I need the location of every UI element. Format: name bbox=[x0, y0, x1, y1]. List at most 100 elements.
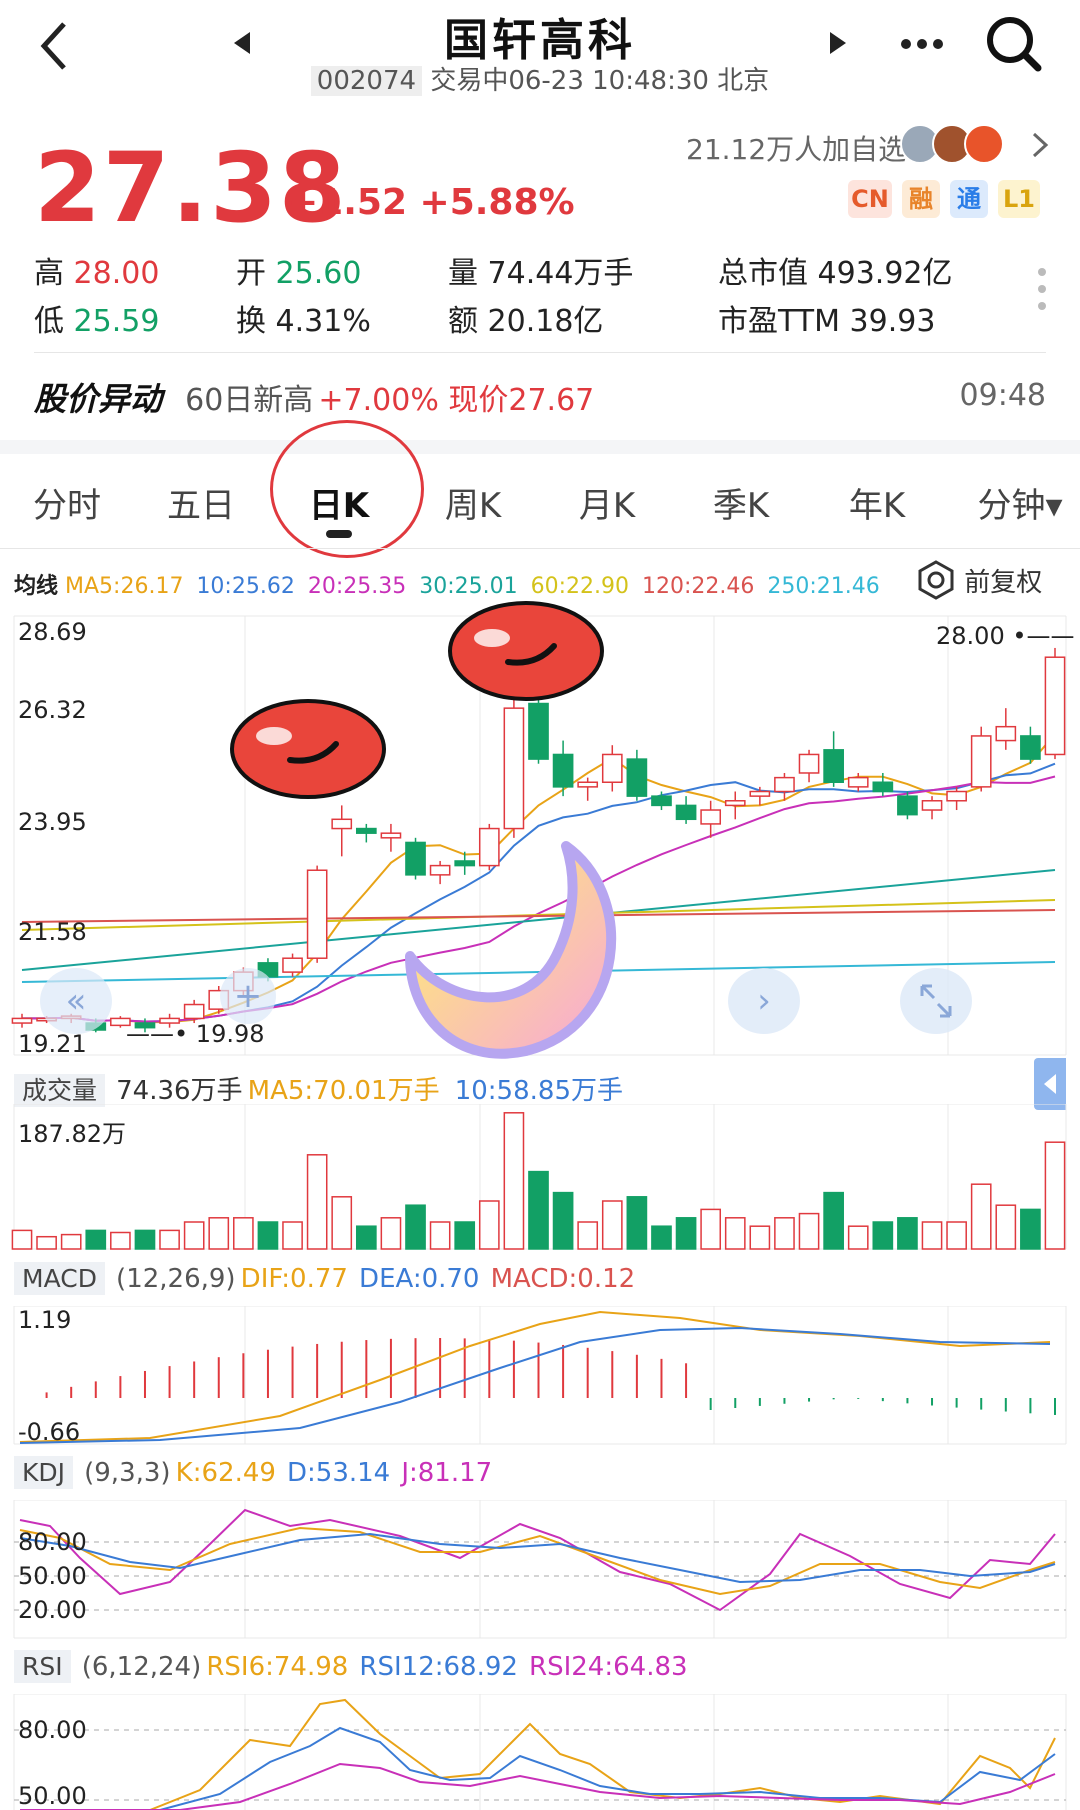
volume-bar bbox=[331, 1196, 353, 1250]
kdj-j-line bbox=[19, 1508, 1056, 1612]
rsi6-line bbox=[20, 1698, 1056, 1810]
tab-weekly-k[interactable]: 周K bbox=[418, 478, 528, 527]
turnover-value: 4.31% bbox=[275, 304, 371, 339]
stat-low: 低 25.59 bbox=[34, 304, 160, 339]
volume-bar bbox=[921, 1221, 943, 1250]
kline-high-mark: 28.00 •—— bbox=[936, 622, 1075, 650]
chart-zoom-in-button[interactable]: + bbox=[220, 968, 276, 1024]
alert-text: 60日新高 bbox=[185, 383, 314, 418]
chart-scroll-left-button[interactable]: « bbox=[40, 968, 112, 1034]
trade-status: 交易中06-23 10:48:30 北京 bbox=[430, 66, 770, 96]
macd-chart[interactable] bbox=[0, 1306, 1080, 1446]
volume-bar bbox=[159, 1229, 180, 1250]
candle-body bbox=[11, 1017, 33, 1024]
volume-bar bbox=[85, 1229, 107, 1250]
macd-label[interactable]: MACD bbox=[14, 1262, 105, 1295]
rsi-chart[interactable] bbox=[0, 1694, 1080, 1810]
tab-highlight-circle bbox=[270, 420, 424, 558]
volume-bar bbox=[528, 1170, 549, 1250]
search-icon[interactable] bbox=[984, 14, 1044, 74]
candle-body bbox=[1020, 735, 1041, 760]
rsi-ytick-80: 80.00 bbox=[18, 1716, 87, 1744]
change-percent: +5.88% bbox=[419, 182, 575, 223]
tab-intraday[interactable]: 分时 bbox=[12, 478, 122, 527]
tab-quarterly-k[interactable]: 季K bbox=[686, 478, 796, 527]
ma250: 250:21.46 bbox=[767, 574, 880, 599]
kdj-ytick-80: 80.00 bbox=[18, 1528, 87, 1556]
ma120: 120:22.46 bbox=[642, 574, 755, 599]
volume-bar bbox=[798, 1212, 820, 1250]
adjust-label: 前复权 bbox=[964, 568, 1043, 598]
macd-value: MACD:0.12 bbox=[490, 1264, 636, 1294]
rsi6: RSI6:74.98 bbox=[206, 1652, 349, 1682]
candle-body bbox=[995, 725, 1017, 742]
candle-body bbox=[847, 776, 869, 788]
collapse-panel-button[interactable] bbox=[1034, 1058, 1066, 1110]
volume-bar bbox=[36, 1235, 57, 1250]
candle-body bbox=[601, 753, 623, 783]
macd-dea: DEA:0.70 bbox=[359, 1264, 480, 1294]
kline-ytick-2: 26.32 bbox=[18, 696, 87, 724]
tab-five-day[interactable]: 五日 bbox=[146, 478, 256, 527]
candle-body bbox=[872, 781, 894, 793]
vertical-more-icon[interactable] bbox=[1036, 266, 1048, 312]
price-alert[interactable]: 股价异动 60日新高 +7.00% 现价27.67 09:48 bbox=[34, 374, 1046, 424]
volume-bar bbox=[208, 1217, 230, 1250]
alert-detail: +7.00% 现价27.67 bbox=[318, 383, 595, 418]
ma10: 10:25.62 bbox=[196, 574, 295, 599]
candle-body bbox=[355, 827, 377, 834]
watchers-count: 21.12万人加自选 bbox=[686, 133, 907, 166]
more-icon[interactable] bbox=[898, 36, 946, 52]
kdj-k: K:62.49 bbox=[175, 1458, 276, 1488]
volume-bar bbox=[454, 1221, 476, 1250]
chevron-right-icon[interactable] bbox=[1030, 130, 1050, 160]
candle-body bbox=[528, 702, 549, 760]
volume-bar bbox=[626, 1196, 648, 1250]
volume-chart[interactable] bbox=[0, 1104, 1080, 1250]
kline-ytick-4: 21.58 bbox=[18, 918, 87, 946]
volume-bar bbox=[724, 1217, 746, 1250]
kdj-chart[interactable] bbox=[0, 1500, 1080, 1640]
rsi-label[interactable]: RSI bbox=[14, 1650, 71, 1683]
kdj-header: KDJ (9,3,3) K:62.49 D:53.14 J:81.17 bbox=[14, 1456, 492, 1489]
candle-body bbox=[798, 753, 820, 774]
volume-bar bbox=[233, 1217, 254, 1250]
candle-body bbox=[626, 758, 648, 797]
kdj-params: (9,3,3) bbox=[84, 1458, 171, 1488]
macd-bars bbox=[45, 1338, 1056, 1415]
divider bbox=[34, 352, 1046, 353]
rsi12: RSI12:68.92 bbox=[359, 1652, 518, 1682]
sticker-moon bbox=[405, 841, 617, 1059]
alert-title: 股价异动 bbox=[34, 380, 163, 418]
candle-body bbox=[970, 735, 992, 788]
kline-ytick-1: 28.69 bbox=[18, 618, 87, 646]
candle-body bbox=[552, 753, 574, 788]
fullscreen-icon[interactable] bbox=[900, 968, 972, 1034]
settings-icon bbox=[916, 560, 956, 607]
adjust-button[interactable]: 前复权 bbox=[916, 560, 1042, 607]
stock-code: 002074 bbox=[310, 66, 423, 96]
tab-monthly-k[interactable]: 月K bbox=[552, 478, 662, 527]
kdj-label[interactable]: KDJ bbox=[14, 1456, 74, 1489]
volume-bar bbox=[774, 1217, 795, 1250]
macd-dif-line bbox=[19, 1310, 1051, 1443]
change-amount: +1.52 bbox=[288, 182, 407, 223]
volume-bar bbox=[577, 1221, 599, 1250]
tab-yearly-k[interactable]: 年K bbox=[822, 478, 932, 527]
rsi-params: (6,12,24) bbox=[81, 1652, 202, 1682]
macd-dea-line bbox=[19, 1326, 1051, 1444]
candle-body bbox=[331, 818, 353, 830]
watcher-avatars[interactable] bbox=[900, 122, 1016, 166]
volume-label[interactable]: 成交量 bbox=[14, 1074, 106, 1107]
volume-bar bbox=[429, 1221, 451, 1250]
divider bbox=[0, 548, 1080, 549]
chart-next-button[interactable]: › bbox=[728, 968, 800, 1034]
tab-minute[interactable]: 分钟▾ bbox=[960, 478, 1080, 527]
alert-time: 09:48 bbox=[959, 378, 1046, 413]
candle-body bbox=[823, 749, 844, 783]
volume-header: 成交量 74.36万手 MA5:70.01万手 10:58.85万手 bbox=[14, 1070, 623, 1107]
candle-body bbox=[183, 1003, 205, 1020]
volume-bar bbox=[847, 1225, 869, 1250]
next-stock-icon[interactable] bbox=[828, 30, 848, 56]
kdj-ytick-20: 20.00 bbox=[18, 1596, 87, 1624]
